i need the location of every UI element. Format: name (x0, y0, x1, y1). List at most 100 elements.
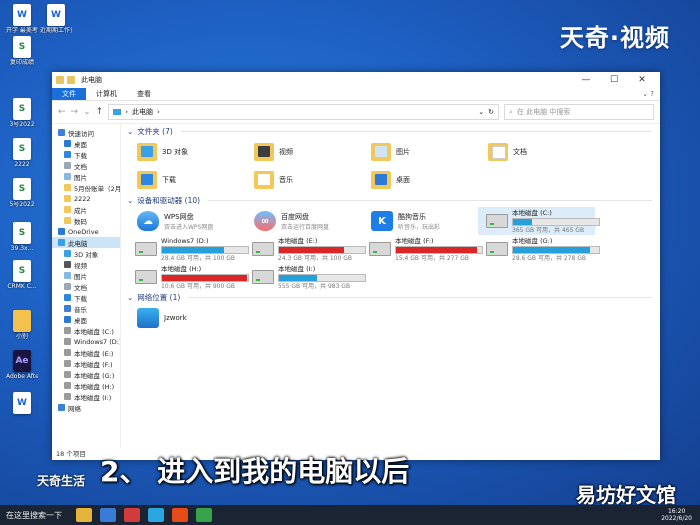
nav-item[interactable]: OneDrive (52, 226, 120, 237)
ribbon-tabs: 文件 计算机 查看 ⌄ ? (52, 88, 660, 101)
back-arrow-icon[interactable]: ← (58, 107, 66, 117)
nav-item[interactable]: 此电脑 (52, 237, 120, 248)
section-network[interactable]: ⌄ 网络位置 (1) (127, 291, 652, 304)
desktop-shortcut[interactable]: W (6, 392, 38, 415)
excel-icon: S (13, 260, 31, 282)
nav-item[interactable]: 图片 (52, 270, 120, 281)
nav-item[interactable]: 桌面 (52, 314, 120, 325)
folder-icon (488, 143, 508, 161)
nav-item[interactable]: 桌面 (52, 138, 120, 149)
excel-icon: S (13, 36, 31, 58)
nav-item[interactable]: 本地磁盘 (F:) (52, 358, 120, 369)
nav-item[interactable]: 视频 (52, 259, 120, 270)
nav-item[interactable]: 音乐 (52, 303, 120, 314)
clock[interactable]: 16:20 2022/6/20 (661, 508, 700, 522)
nav-item[interactable]: 下载 (52, 149, 120, 160)
nav-item[interactable]: 2222 (52, 193, 120, 204)
nav-item[interactable]: 本地磁盘 (G:) (52, 369, 120, 380)
taskbar-search[interactable]: 在这里搜索一下 (0, 510, 72, 521)
app-taskbar-icon[interactable] (148, 508, 164, 522)
nav-item[interactable]: 本地磁盘 (I:) (52, 391, 120, 402)
drive-item[interactable]: 本地磁盘 (F:) 15.4 GB 可用，共 277 GB (361, 235, 483, 263)
app-shortcut[interactable]: K 酷狗音乐 听音乐，玩出彩 (361, 207, 478, 235)
nav-item[interactable]: 数码 (52, 215, 120, 226)
folder-item[interactable]: 视频 (244, 138, 361, 166)
save-icon[interactable] (67, 76, 75, 84)
nav-item[interactable]: 本地磁盘 (C:) (52, 325, 120, 336)
close-button[interactable]: ✕ (628, 75, 656, 85)
app-taskbar-icon[interactable] (124, 508, 140, 522)
search-input[interactable]: ⌕ 在 此电脑 中搜索 (504, 104, 654, 120)
drive-item[interactable]: 本地磁盘 (H:) 10.6 GB 可用，共 900 GB (127, 263, 249, 291)
nav-item[interactable]: 成片 (52, 204, 120, 215)
app-shortcut[interactable]: ☁ WPS网盘 双击进入WPS网盘 (127, 207, 244, 235)
chevron-down-icon: ⌄ (127, 196, 134, 205)
folder-item[interactable]: 文档 (478, 138, 595, 166)
nav-item-label: 视频 (74, 261, 87, 270)
desktop-shortcut-label: 开学 最美考 爱开学通... (6, 27, 38, 34)
drive-item[interactable]: 本地磁盘 (I:) 555 GB 可用，共 983 GB (244, 263, 366, 291)
refresh-icon[interactable]: ↻ (488, 108, 494, 116)
desktop-shortcut[interactable]: S 2222 (6, 138, 38, 168)
address-bar[interactable]: › 此电脑 › ⌄ ↻ (108, 104, 499, 120)
network-location[interactable]: Jzwork (127, 304, 244, 332)
drive-item[interactable]: 本地磁盘 (E:) 24.3 GB 可用，共 100 GB (244, 235, 366, 263)
app-taskbar-icon[interactable] (100, 508, 116, 522)
tab-file[interactable]: 文件 (52, 88, 86, 100)
desktop-shortcut[interactable]: W近期期工作贡 文档5日... (40, 4, 72, 34)
kugou-icon: K (371, 211, 393, 231)
maximize-button[interactable]: ☐ (600, 75, 628, 85)
drive-icon (135, 242, 157, 256)
file-explorer-taskbar-icon[interactable] (76, 508, 92, 522)
desktop-shortcut-label: 复印成绩 (9, 59, 34, 66)
app-shortcut[interactable]: ∞ 百度网盘 双击运行百度网盘 (244, 207, 361, 235)
wps-taskbar-icon[interactable] (172, 508, 188, 522)
desktop-shortcut[interactable]: S 5号2022 (6, 178, 38, 208)
wps-icon: ☁ (137, 211, 159, 231)
minimize-button[interactable]: — (572, 75, 600, 85)
drive-item[interactable]: Windows7 (D:) 28.4 GB 可用，共 100 GB (127, 235, 249, 263)
desktop-shortcut[interactable]: AeAdobe After... (6, 350, 38, 380)
desktop-shortcut[interactable]: 小别 (6, 310, 38, 340)
desktop-shortcut[interactable]: S 3号2022 (6, 98, 38, 128)
section-devices[interactable]: ⌄ 设备和驱动器 (10) (127, 194, 652, 207)
nav-item[interactable]: 本地磁盘 (E:) (52, 347, 120, 358)
folder-item[interactable]: 图片 (361, 138, 478, 166)
forward-arrow-icon[interactable]: → (71, 107, 79, 117)
tab-view[interactable]: 查看 (127, 88, 161, 100)
drive-item[interactable]: 本地磁盘 (C:) 365 GB 可用，共 465 GB (478, 207, 600, 235)
desktop-shortcut[interactable]: S 39.3x... (6, 222, 38, 252)
desktop-shortcut[interactable]: S CRMK C... (6, 260, 38, 290)
desktop-shortcut[interactable]: S 复印成绩 (6, 36, 38, 66)
folder-item[interactable]: 桌面 (361, 166, 478, 194)
nav-item-icon (64, 360, 71, 367)
up-arrow-icon[interactable]: ↑ (96, 107, 104, 117)
tab-computer[interactable]: 计算机 (86, 88, 127, 100)
recent-chevron-icon[interactable]: ⌄ (83, 107, 91, 117)
nav-item[interactable]: 快速访问 (52, 127, 120, 138)
nav-item[interactable]: 本地磁盘 (H:) (52, 380, 120, 391)
nav-item[interactable]: 文档 (52, 160, 120, 171)
nav-item[interactable]: 3D 对象 (52, 248, 120, 259)
drive-item[interactable]: 本地磁盘 (G:) 28.6 GB 可用，共 278 GB (478, 235, 600, 263)
nav-item[interactable]: Windows7 (D:) (52, 336, 120, 347)
folder-item[interactable]: 下载 (127, 166, 244, 194)
desktop-shortcut[interactable]: W开学 最美考 爱开学通... (6, 4, 38, 34)
folder-item[interactable]: 3D 对象 (127, 138, 244, 166)
nav-item[interactable]: 网络 (52, 402, 120, 413)
ribbon-expand-icon[interactable]: ⌄ ? (636, 88, 660, 100)
chrome-taskbar-icon[interactable] (196, 508, 212, 522)
address-dropdown-icon[interactable]: ⌄ (478, 108, 484, 116)
video-caption: 2、 进入到我的电脑以后 (100, 455, 410, 488)
nav-item[interactable]: 下载 (52, 292, 120, 303)
nav-item-label: 本地磁盘 (H:) (74, 382, 115, 391)
drive-space-text: 10.6 GB 可用，共 900 GB (161, 282, 235, 290)
section-folders[interactable]: ⌄ 文件夹 (7) (127, 125, 652, 138)
nav-item[interactable]: 文档 (52, 281, 120, 292)
desktop-shortcut-label: Adobe After... (6, 373, 38, 380)
nav-item-label: 文档 (74, 162, 87, 171)
nav-item[interactable]: 5月份账单（2月） (52, 182, 120, 193)
desktop-shortcut-label: 39.3x... (10, 245, 34, 252)
nav-item[interactable]: 图片 (52, 171, 120, 182)
folder-item[interactable]: 音乐 (244, 166, 361, 194)
